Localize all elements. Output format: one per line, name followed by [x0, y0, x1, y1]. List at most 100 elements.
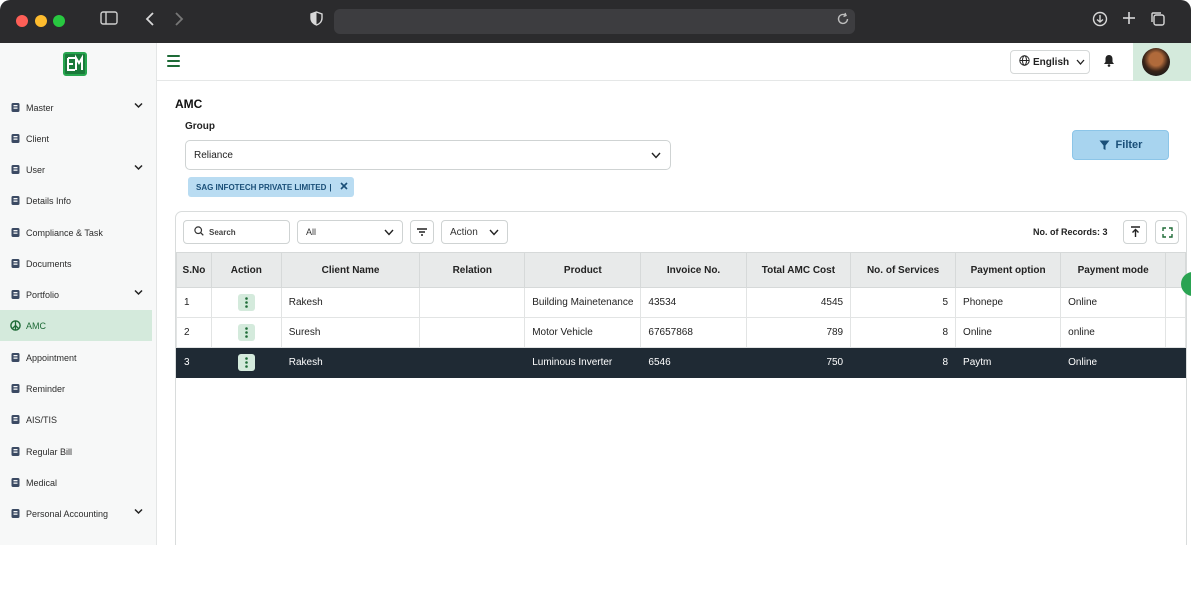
reload-icon[interactable] [836, 12, 850, 29]
column-header[interactable]: S.No [176, 252, 212, 288]
sidebar-item-client[interactable]: Client [0, 123, 152, 154]
tab-overview-icon[interactable] [1150, 11, 1166, 33]
group-select[interactable]: Reliance [185, 140, 671, 170]
client-name-cell: Rakesh [280, 287, 421, 318]
sidebar-item-regular-bill[interactable]: Regular Bill [0, 436, 152, 467]
sidebar-item-label: Personal Accounting [26, 508, 109, 519]
row-menu-icon[interactable] [237, 354, 255, 371]
sidebar-toggle-icon[interactable] [100, 11, 118, 31]
sidebar-item-portfolio[interactable]: Portfolio [0, 279, 152, 310]
row-menu-icon[interactable] [237, 294, 255, 311]
back-icon[interactable] [145, 11, 155, 33]
column-header[interactable]: Relation [419, 252, 526, 288]
shield-icon[interactable] [310, 11, 323, 32]
minimize-window-button[interactable] [35, 15, 47, 27]
sidebar-item-details-info[interactable]: Details Info [0, 185, 152, 216]
relation-cell [419, 287, 526, 318]
column-header[interactable]: Invoice No. [640, 252, 747, 288]
payment-mode-cell: Online [1060, 287, 1167, 318]
services-count-cell: 5 [850, 287, 957, 318]
sidebar-item-label: Compliance & Task [26, 227, 103, 238]
menu-toggle-icon[interactable] [167, 55, 180, 67]
app-header: English [157, 43, 1191, 81]
relation-cell [419, 347, 526, 378]
sidebar-item-label: Client [26, 133, 50, 144]
column-header[interactable]: Payment mode [1060, 252, 1167, 288]
payment-option-cell: Paytm [955, 347, 1062, 378]
forward-icon[interactable] [174, 11, 184, 33]
user-icon [9, 289, 21, 301]
maximize-window-button[interactable] [53, 15, 65, 27]
scope-select-value: All [306, 227, 317, 237]
contact-card-icon [9, 195, 21, 207]
column-header[interactable]: No. of Services [850, 252, 957, 288]
table-row[interactable]: 3 Rakesh Luminous Inverter 6546 750 8 Paytm Onl… [176, 347, 1186, 378]
sidebar-item-medical[interactable]: Medical [0, 467, 152, 498]
bulk-action-select[interactable]: Action [441, 220, 508, 244]
profile-area[interactable] [1133, 43, 1191, 81]
column-header[interactable]: Payment option [955, 252, 1062, 288]
sidebar-item-label: Appointment [26, 352, 77, 363]
tag-icon [9, 414, 21, 426]
address-bar[interactable] [334, 9, 855, 34]
column-header[interactable]: Total AMC Cost [745, 252, 852, 288]
fullscreen-button[interactable] [1155, 220, 1179, 244]
table-row[interactable]: 2 Suresh Motor Vehicle 67657868 789 8 Online on… [176, 317, 1186, 348]
sidebar-item-reminder[interactable]: Reminder [0, 373, 152, 404]
sidebar-item-master[interactable]: Master [0, 92, 152, 123]
search-placeholder: Search [209, 227, 236, 237]
client-name-cell: Rakesh [280, 347, 421, 378]
chevron-down-icon [134, 163, 143, 172]
client-name-cell: Suresh [280, 317, 421, 348]
total-cost-cell: 4545 [745, 287, 852, 318]
search-input[interactable]: Search [183, 220, 290, 244]
row-spacer-cell [1165, 347, 1186, 378]
filter-button[interactable]: Filter [1072, 130, 1169, 160]
total-cost-cell: 789 [745, 317, 852, 348]
sidebar-item-label: AMC [26, 320, 46, 331]
chevron-down-icon [134, 288, 143, 297]
sidebar-item-label: Reminder [26, 383, 66, 394]
browser-window: Master Client User Details Info Compliance &… [0, 0, 1191, 545]
filter-lines-button[interactable] [410, 220, 434, 244]
sidebar-item-compliance-task[interactable]: Compliance & Task [0, 217, 152, 248]
sno-cell: 3 [176, 347, 212, 378]
upload-icon [1130, 226, 1140, 237]
sidebar-item-label: Portfolio [26, 289, 60, 300]
chip-remove-icon[interactable] [340, 181, 348, 193]
search-icon [194, 226, 204, 238]
table-row[interactable]: 1 Rakesh Building Mainetenance 43534 4545 5 Ph… [176, 287, 1186, 318]
scope-select[interactable]: All [297, 220, 403, 244]
browser-toolbar [0, 0, 1191, 43]
peace-icon [9, 320, 21, 332]
column-header[interactable]: Action [210, 252, 282, 288]
user-check-icon [9, 446, 21, 458]
services-count-cell: 8 [850, 347, 957, 378]
language-select[interactable]: English [1010, 50, 1090, 74]
sidebar-item-label: User [26, 164, 46, 175]
chevron-down-icon [1076, 57, 1085, 68]
sidebar-item-label: Documents [26, 258, 72, 269]
sidebar-item-user[interactable]: User [0, 154, 152, 185]
action-cell [210, 347, 282, 378]
column-header[interactable]: Client Name [280, 252, 421, 288]
app-logo[interactable] [63, 52, 87, 76]
avatar[interactable] [1142, 48, 1170, 76]
sidebar-item-personal-accounting[interactable]: Personal Accounting [0, 498, 152, 529]
sidebar-item-documents[interactable]: Documents [0, 248, 152, 279]
invoice-cell: 6546 [640, 347, 747, 378]
export-button[interactable] [1123, 220, 1147, 244]
column-header[interactable]: Product [524, 252, 642, 288]
row-menu-icon[interactable] [237, 324, 255, 341]
clipboard-icon [9, 133, 21, 145]
sidebar-item-appointment[interactable]: Appointment [0, 342, 152, 373]
funnel-icon [1099, 140, 1110, 150]
language-label: English [1033, 56, 1070, 68]
close-window-button[interactable] [16, 15, 28, 27]
sidebar-item-ais-tis[interactable]: AIS/TIS [0, 404, 152, 435]
chevron-down-icon [134, 507, 143, 516]
notification-bell-icon[interactable] [1103, 54, 1115, 70]
new-tab-icon[interactable] [1122, 11, 1136, 31]
sidebar-item-amc[interactable]: AMC [0, 310, 152, 341]
download-icon[interactable] [1092, 11, 1108, 33]
